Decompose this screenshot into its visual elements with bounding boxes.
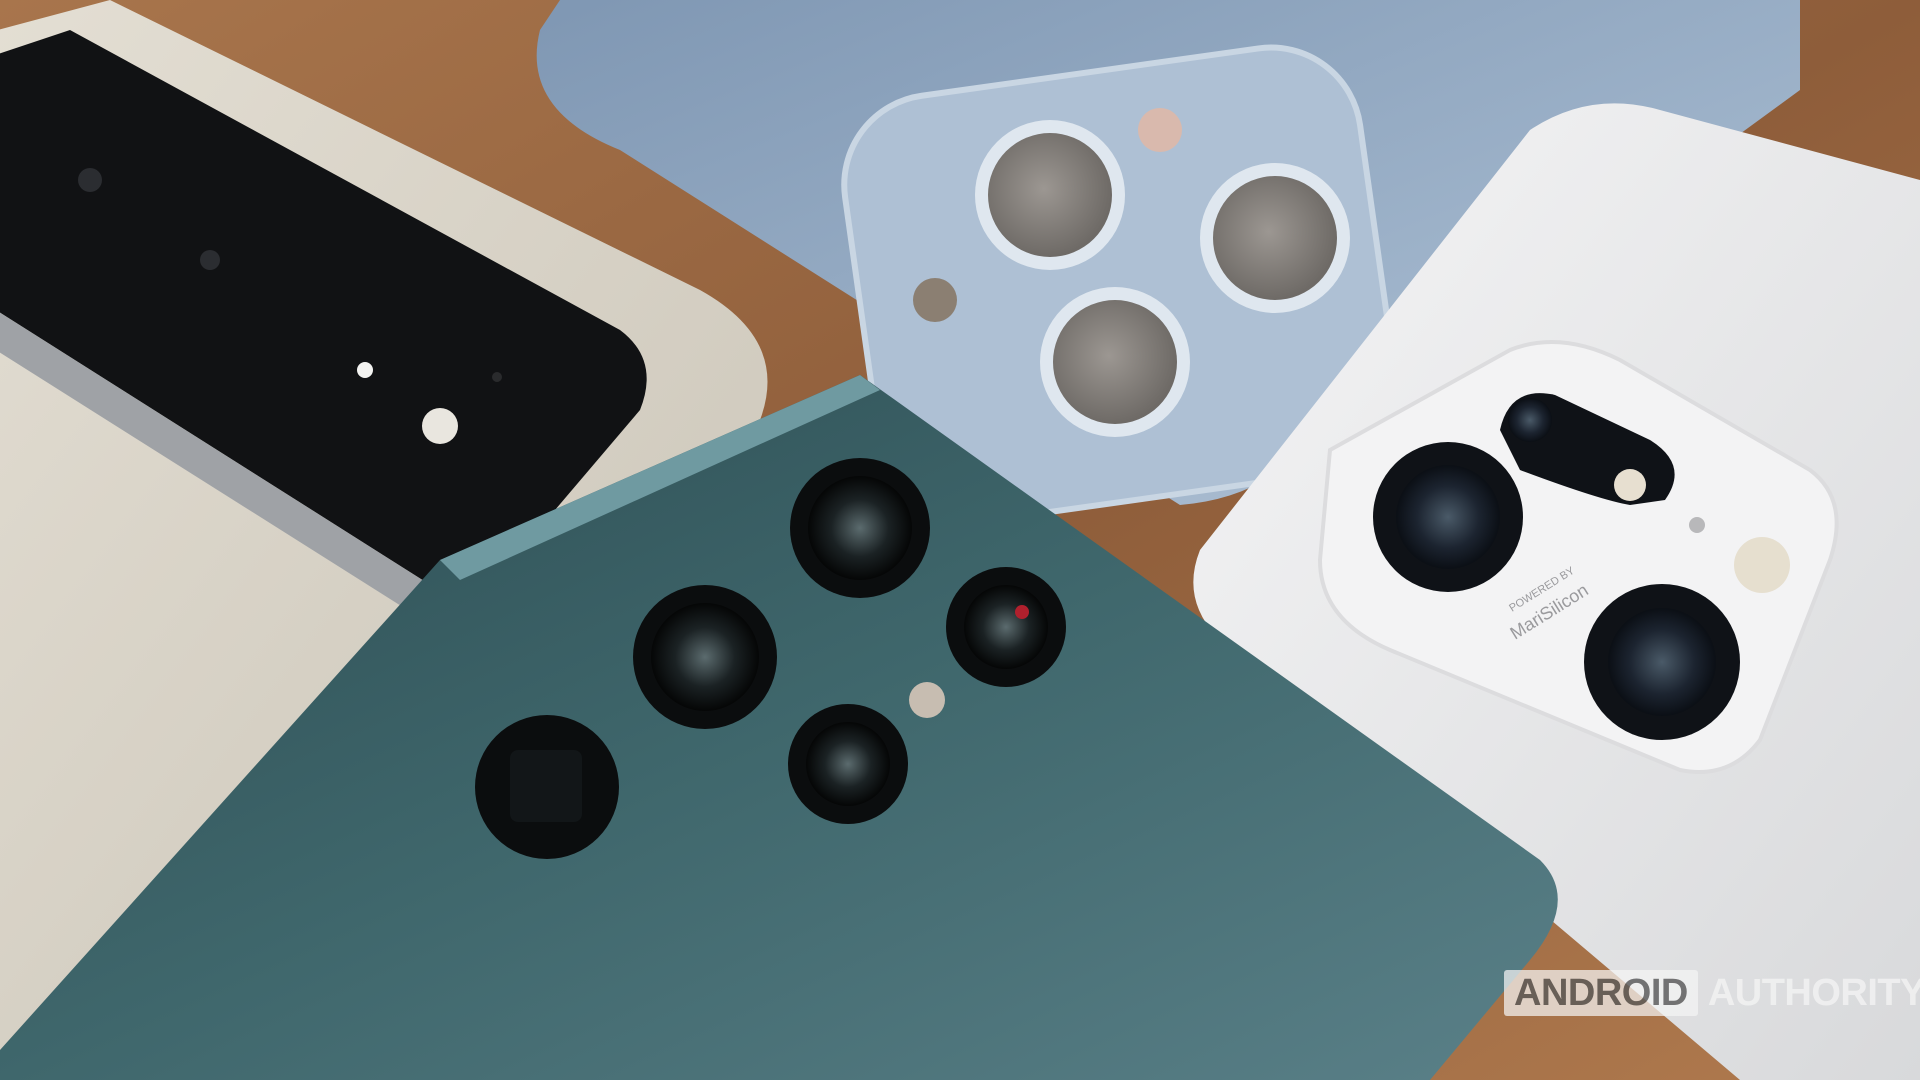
photo-scene: POWERED BY MariSilicon ANDROID AUTHORITY [0,0,1920,1080]
oppo-flash [1734,537,1790,593]
galaxy-flash [909,682,945,718]
watermark: ANDROID AUTHORITY [1504,970,1920,1016]
galaxy-lens-1 [790,458,930,598]
pixel-flash [422,408,458,444]
iphone-lens-3 [1040,287,1190,437]
galaxy-lens-2 [633,585,777,729]
iphone-lens-1 [975,120,1125,270]
galaxy-lens-4 [788,704,908,824]
galaxy-lens-3 [475,715,619,859]
iphone-flash [913,278,957,322]
watermark-boxed-word: ANDROID [1504,970,1698,1016]
phones-photo: POWERED BY MariSilicon [0,0,1920,1080]
galaxy-lens-5 [946,567,1066,687]
iphone-lens-2 [1200,163,1350,313]
watermark-plain-word: AUTHORITY [1707,972,1920,1014]
